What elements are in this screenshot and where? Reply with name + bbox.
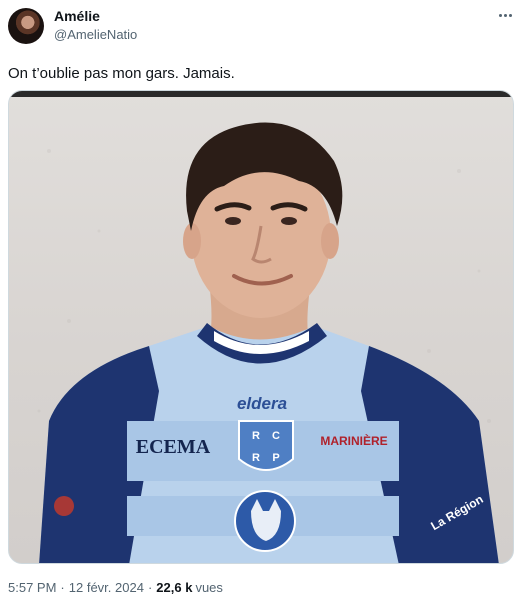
- sleeve-logo-icon: [54, 496, 74, 516]
- views-count: 22,6 k: [156, 580, 193, 595]
- views-label: vues: [195, 580, 223, 595]
- club-badge-letter-4: P: [272, 452, 279, 464]
- jersey-sponsor-ecema: ECEMA: [136, 436, 211, 458]
- club-badge-letter-3: R: [252, 452, 260, 464]
- meta-separator: ·: [60, 580, 65, 595]
- tweet-time[interactable]: 5:57 PM: [8, 580, 56, 595]
- tweet-metadata: 5:57 PM · 12 févr. 2024 · 22,6 k vues: [8, 580, 223, 595]
- author-display-name[interactable]: Amélie: [54, 8, 100, 24]
- author-handle[interactable]: @AmelieNatio: [54, 27, 137, 42]
- club-badge-icon: [238, 420, 294, 471]
- photo-illustration: eldera ECEMA R C R P MARINIÈRE La Région: [37, 122, 499, 563]
- tweet-header: Amélie @AmelieNatio: [0, 0, 520, 56]
- meta-separator: ·: [147, 580, 153, 595]
- tweet-date[interactable]: 12 févr. 2024: [69, 580, 144, 595]
- jersey-sponsor-eldera: eldera: [237, 394, 287, 413]
- club-badge-letter-1: R: [252, 430, 260, 442]
- jersey-sponsor-mariniere: MARINIÈRE: [320, 433, 387, 448]
- tweet-photo[interactable]: eldera ECEMA R C R P MARINIÈRE La Région: [8, 90, 514, 564]
- more-options-icon[interactable]: [494, 6, 516, 24]
- club-badge-letter-2: C: [272, 430, 280, 442]
- avatar[interactable]: [8, 8, 44, 44]
- tweet-text: On t’oublie pas mon gars. Jamais.: [8, 65, 235, 82]
